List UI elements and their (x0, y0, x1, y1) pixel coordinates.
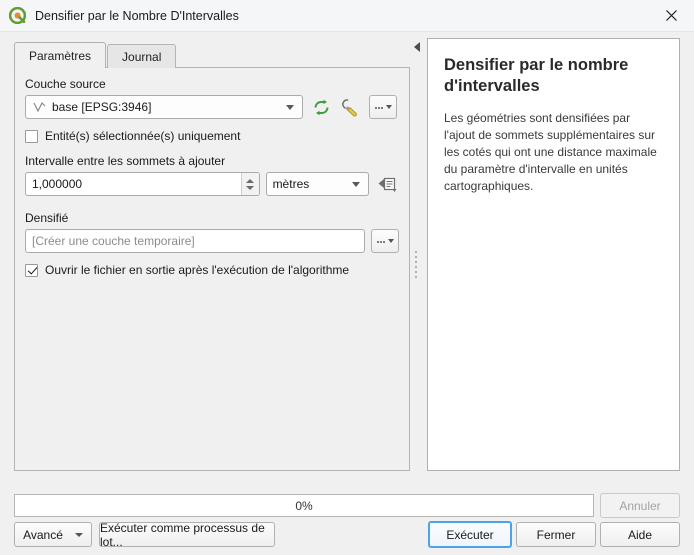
qgis-logo-icon (8, 6, 27, 25)
close-button[interactable]: Fermer (516, 522, 596, 547)
advanced-button-label: Avancé (23, 527, 63, 542)
chevron-down-icon (74, 532, 83, 537)
open-output-row[interactable]: Ouvrir le fichier en sortie après l'exéc… (25, 263, 399, 277)
progress-bar: 0% (14, 494, 594, 517)
run-as-batch-label: Exécuter comme processus de lot... (100, 520, 265, 549)
interval-label: Intervalle entre les sommets à ajouter (25, 154, 226, 168)
interval-value: 1,000000 (32, 177, 83, 191)
run-button[interactable]: Exécuter (428, 521, 512, 548)
help-title: Densifier par le nombre d'intervalles (444, 56, 629, 96)
title-bar: Densifier par le Nombre D'Intervalles (0, 0, 694, 32)
help-button-label: Aide (627, 527, 653, 542)
open-output-checkbox[interactable] (25, 263, 38, 277)
line-vector-icon (32, 100, 48, 114)
wrench-icon[interactable] (339, 95, 363, 119)
progress-text: 0% (295, 498, 313, 513)
output-row: [Créer une couche temporaire] (25, 229, 399, 253)
interval-row: 1,000000 mètres (25, 172, 399, 196)
cancel-button[interactable]: Annuler (600, 493, 680, 518)
advanced-button[interactable]: Avancé (14, 522, 92, 547)
close-icon[interactable] (649, 0, 694, 31)
tab-bar: Paramètres Journal (14, 42, 177, 68)
selected-features-row[interactable]: Entité(s) sélectionnée(s) uniquement (25, 129, 399, 143)
output-label: Densifié (25, 211, 69, 225)
chevron-down-icon (286, 104, 294, 110)
help-panel: Densifier par le nombre d'intervalles Le… (427, 38, 680, 471)
run-button-label: Exécuter (446, 527, 494, 542)
spinner-up-icon[interactable] (246, 178, 255, 183)
help-body: Les géométries sont densifiées par l'ajo… (444, 111, 657, 194)
source-layer-combo[interactable]: base [EPSG:3946] (25, 95, 303, 119)
interval-units-value: mètres (272, 177, 310, 191)
run-as-batch-button[interactable]: Exécuter comme processus de lot... (99, 520, 275, 549)
parameters-panel: Couche source base [EPSG:3946] Entité(s)… (14, 67, 410, 471)
data-defined-override-icon[interactable] (375, 172, 399, 196)
open-output-label: Ouvrir le fichier en sortie après l'exéc… (45, 263, 350, 277)
cancel-button-label: Annuler (619, 498, 661, 513)
source-layer-value: base [EPSG:3946] (52, 100, 152, 114)
splitter-handle-icon[interactable] (412, 240, 420, 288)
help-button[interactable]: Aide (600, 522, 680, 547)
selected-features-label: Entité(s) sélectionnée(s) uniquement (45, 129, 241, 143)
output-path-input[interactable]: [Créer une couche temporaire] (25, 229, 365, 253)
tab-journal-label: Journal (122, 49, 162, 64)
window-title: Densifier par le Nombre D'Intervalles (35, 8, 239, 23)
iterate-features-icon[interactable] (309, 95, 333, 119)
source-layer-browse-button[interactable] (369, 95, 397, 119)
collapse-left-icon[interactable] (412, 41, 422, 53)
interval-stepper[interactable] (240, 173, 259, 195)
source-layer-row: base [EPSG:3946] (25, 95, 399, 119)
output-browse-button[interactable] (371, 229, 399, 253)
tab-parametres[interactable]: Paramètres (14, 42, 107, 68)
chevron-down-icon (352, 181, 360, 187)
source-layer-label: Couche source (25, 77, 106, 91)
tab-journal[interactable]: Journal (107, 44, 177, 68)
selected-features-checkbox[interactable] (25, 129, 38, 143)
interval-units-combo[interactable]: mètres (265, 172, 369, 196)
interval-spinbox[interactable]: 1,000000 (25, 172, 260, 196)
close-button-label: Fermer (536, 527, 576, 542)
output-placeholder: [Créer une couche temporaire] (32, 234, 195, 248)
tab-parametres-label: Paramètres (29, 48, 92, 63)
spinner-down-icon[interactable] (246, 185, 255, 190)
